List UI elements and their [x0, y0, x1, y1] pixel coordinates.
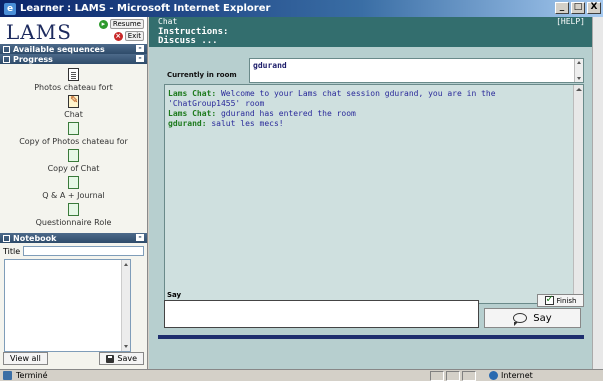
notebook-icon — [3, 234, 10, 242]
minimize-button[interactable]: _ — [555, 2, 569, 14]
say-button-label: Say — [533, 312, 552, 324]
room-user: gdurand — [253, 61, 287, 70]
activity-item[interactable]: Copy of Chat — [0, 149, 147, 173]
progress-list: Photos chateau fort Chat Copy of Photos … — [0, 64, 147, 233]
room-users-list[interactable]: gdurand — [249, 58, 584, 83]
notebook-panel: Title — [0, 243, 147, 355]
available-sequences-label: Available sequences — [13, 44, 105, 54]
currently-in-room-label: Currently in room — [167, 71, 237, 79]
window-title: Learner : LAMS - Microsoft Internet Expl… — [20, 3, 271, 14]
resume-button[interactable]: ▸ Resume — [98, 19, 144, 29]
finish-button[interactable]: Finish — [537, 294, 584, 307]
activity-label: Q & A + Journal — [42, 191, 105, 200]
window-title-bar: e Learner : LAMS - Microsoft Internet Ex… — [0, 0, 603, 17]
edit-document-icon — [68, 95, 79, 108]
chat-panel: Chat [HELP] Instructions: Discuss ... Cu… — [149, 17, 592, 369]
say-label: Say — [167, 291, 182, 299]
collapse-icon[interactable]: - — [136, 44, 144, 52]
document-icon — [68, 122, 79, 135]
window-controls: _ □ X — [555, 2, 601, 14]
exit-button[interactable]: × Exit — [113, 31, 144, 41]
message-text: gdurand has entered the room — [216, 109, 356, 118]
activity-label: Chat — [64, 110, 83, 119]
message-sender: Lams Chat: — [168, 89, 217, 98]
document-icon — [68, 149, 79, 162]
collapse-icon[interactable]: - — [136, 54, 144, 62]
finish-label: Finish — [556, 296, 577, 305]
save-label: Save — [117, 354, 137, 363]
progress-label: Progress — [13, 54, 53, 64]
activity-item[interactable]: Photos chateau fort — [0, 68, 147, 92]
instructions-label: Instructions: — [158, 27, 229, 37]
close-button[interactable]: X — [587, 2, 601, 14]
activity-item[interactable]: Chat — [0, 95, 147, 119]
exit-icon: × — [113, 31, 123, 41]
status-segment — [462, 371, 476, 381]
left-panel: LAMS ▸ Resume × Exit Available sequences… — [0, 17, 148, 369]
activity-label: Questionnaire Role — [35, 218, 112, 227]
message-text: Welcome to your Lams chat session gduran… — [168, 89, 496, 108]
notebook-textarea[interactable] — [4, 259, 131, 352]
document-icon — [68, 176, 79, 189]
message-text: salut les mecs! — [206, 119, 284, 128]
message-item: Lams Chat: Welcome to your Lams chat ses… — [168, 89, 569, 109]
message-item: Lams Chat: gdurand has entered the room — [168, 109, 569, 119]
room-row: Currently in room gdurand — [164, 58, 584, 83]
instructions-text: Discuss ... — [149, 37, 592, 47]
help-link[interactable]: [HELP] — [556, 17, 585, 27]
security-zone: Internet — [489, 371, 533, 380]
chat-title: Chat — [158, 17, 178, 26]
speech-bubble-icon — [513, 313, 528, 326]
checkmark-icon — [544, 294, 554, 305]
ie-icon: e — [4, 2, 16, 15]
progress-icon — [3, 55, 10, 63]
notebook-title-row: Title — [3, 246, 144, 256]
activity-label: Photos chateau fort — [34, 83, 113, 92]
message-item: gdurand: salut les mecs! — [168, 119, 569, 129]
status-text: Terminé — [16, 371, 48, 380]
available-sequences-header[interactable]: Available sequences - — [0, 44, 147, 54]
page-icon — [3, 371, 12, 380]
view-all-button[interactable]: View all — [3, 352, 48, 365]
message-log: Lams Chat: Welcome to your Lams chat ses… — [164, 84, 584, 304]
activity-label: Copy of Photos chateau for — [19, 137, 128, 146]
document-icon — [68, 68, 79, 81]
message-scrollbar[interactable] — [573, 85, 583, 303]
say-input[interactable] — [164, 300, 479, 328]
activity-item[interactable]: Copy of Photos chateau for — [0, 122, 147, 146]
message-sender: Lams Chat: — [168, 109, 217, 118]
notebook-title-input[interactable] — [23, 246, 144, 256]
message-sender: gdurand: — [168, 119, 207, 128]
activity-item[interactable]: Questionnaire Role — [0, 203, 147, 227]
globe-icon — [489, 371, 498, 380]
status-segment — [446, 371, 460, 381]
logo-area: LAMS ▸ Resume × Exit — [0, 17, 147, 44]
status-segment — [430, 371, 444, 381]
activity-item[interactable]: Q & A + Journal — [0, 176, 147, 200]
activity-label: Copy of Chat — [47, 164, 100, 173]
notebook-scrollbar[interactable] — [121, 260, 130, 351]
save-disk-icon — [106, 354, 115, 363]
zone-label: Internet — [501, 371, 533, 380]
save-button[interactable]: Save — [99, 352, 144, 365]
document-icon — [68, 203, 79, 216]
notebook-header[interactable]: Notebook - — [0, 233, 147, 243]
notebook-buttons: View all Save — [0, 352, 147, 365]
notebook-label: Notebook — [13, 233, 57, 243]
resume-label: Resume — [109, 19, 144, 29]
notebook-title-label: Title — [3, 246, 21, 256]
room-scrollbar[interactable] — [574, 59, 583, 82]
page-scrollbar[interactable] — [592, 17, 603, 369]
bottom-divider — [158, 335, 584, 339]
resume-icon: ▸ — [98, 19, 108, 29]
status-bar: Terminé Internet — [0, 369, 603, 381]
list-icon — [3, 45, 10, 53]
maximize-button[interactable]: □ — [571, 2, 585, 14]
exit-label: Exit — [124, 31, 144, 41]
collapse-icon[interactable]: - — [136, 233, 144, 241]
say-button[interactable]: Say — [484, 308, 581, 328]
lams-logo: LAMS — [6, 20, 72, 44]
progress-header[interactable]: Progress - — [0, 54, 147, 64]
chat-header: Chat [HELP] Instructions: — [149, 17, 592, 37]
